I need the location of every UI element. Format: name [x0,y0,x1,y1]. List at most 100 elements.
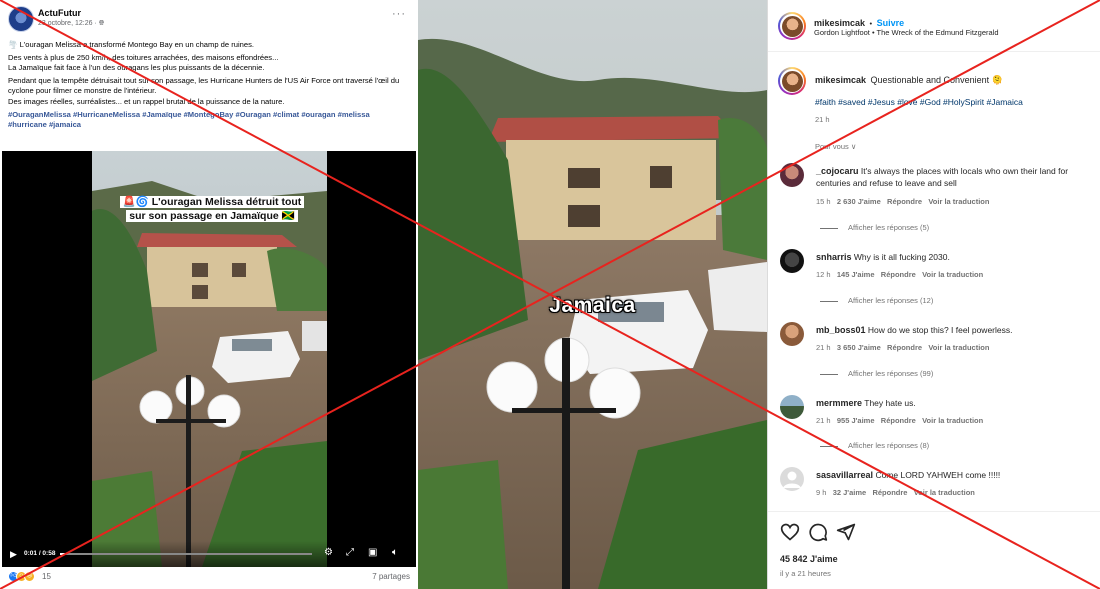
heart-icon[interactable] [780,522,800,542]
comment-text: Why is it all fucking 2030. [853,252,950,262]
instagram-post-panel: mikesimcak • Suivre Gordon Lightfoot • T… [767,0,1100,589]
comment-time: 21 h [816,343,831,352]
post-text-line-d: Des images réelles, surréalistes... et u… [8,96,285,106]
comment-username[interactable]: _cojocaru [816,166,859,176]
comment-username[interactable]: mermmere [816,398,862,408]
video-overlay-label: Jamaica [549,294,636,317]
reply-button[interactable]: Répondre [881,416,916,425]
comment: mb_boss01 How do we stop this? I feel po… [816,325,1096,335]
post-header: mikesimcak • Suivre Gordon Lightfoot • T… [768,0,1100,52]
view-replies-button[interactable]: Afficher les réponses (5) [820,223,929,232]
comment-text: It's always the places with locals who o… [860,166,1056,176]
globe-icon: 🌐︎ [98,20,105,27]
caption-hashtags[interactable]: #faith #saved #Jesus #love #God #HolySpi… [815,97,1023,107]
reaction-count[interactable]: 15 [42,572,51,581]
comment: _cojocaru It's always the places with lo… [816,166,1096,189]
comment-username[interactable]: snharris [816,252,852,262]
comment: sasavillarreal Come LORD YAHWEH come !!!… [816,470,1096,480]
comment-time: 12 h [816,270,831,279]
fullscreen-icon[interactable]: ⤢ [346,547,354,558]
post-text-line-a: Des vents à plus de 250 km/h, des toitur… [8,52,279,62]
divider [768,511,1100,512]
post-date[interactable]: 23 octobre, 12:26 · 🌐︎ [38,20,104,28]
picture-in-picture-icon[interactable]: ▣ [368,547,377,558]
video-caption-line2: sur son passage en Jamaïque 🇯🇲 [126,210,298,222]
follow-button[interactable]: Suivre [877,18,905,28]
commenter-avatar[interactable] [780,249,804,273]
comment-icon[interactable] [808,522,828,542]
share-count[interactable]: 7 partages [372,572,410,581]
comment-time: 15 h [816,197,831,206]
facebook-post: ActuFutur 23 octobre, 12:26 · 🌐︎ ··· 🌪️ … [0,0,418,589]
page-name[interactable]: ActuFutur [38,8,81,18]
view-replies-button[interactable]: Afficher les réponses (99) [820,369,933,378]
comment-likes[interactable]: 145 J'aime [837,270,875,279]
commenter-avatar[interactable] [780,395,804,419]
commenter-avatar[interactable] [780,322,804,346]
translate-button[interactable]: Voir la traduction [928,197,989,206]
post-text-line: 🌪️ L'ouragan Melissa a transformé Monteg… [8,40,255,49]
reply-button[interactable]: Répondre [887,197,922,206]
video-still: Jamaica [418,0,767,589]
audio-track[interactable]: Gordon Lightfoot • The Wreck of the Edmu… [814,28,999,37]
comment-username[interactable]: sasavillarreal [816,470,873,480]
comment-likes[interactable]: 3 650 J'aime [837,343,881,352]
post-date-text: 23 octobre, 12:26 · [38,20,99,27]
reply-button[interactable]: Répondre [887,343,922,352]
share-icon[interactable] [836,522,856,542]
post-text-line-b: La Jamaïque fait face à l'un des ouragan… [8,63,265,73]
comment-likes[interactable]: 2 630 J'aime [837,197,881,206]
caption-time: 21 h [815,115,830,124]
translate-button[interactable]: Voir la traduction [922,416,983,425]
author-avatar[interactable] [778,12,806,40]
volume-icon[interactable]: 🔈︎ [392,547,398,558]
video-caption-line1: 🚨🌀 L'ouragan Melissa détruit tout [119,196,305,208]
translate-button[interactable]: Voir la traduction [914,488,975,497]
comment-time: 21 h [816,416,831,425]
play-icon[interactable]: ▶ [10,549,17,560]
author-username[interactable]: mikesimcak [814,18,865,28]
post-actions [780,522,1090,542]
sad-reaction-icon: ☹ [24,571,35,582]
translate-button[interactable]: Voir la traduction [922,270,983,279]
reply-button[interactable]: Répondre [881,270,916,279]
commenter-avatar[interactable] [780,163,804,187]
caption-text: Questionable and Convenient 🫠 [870,75,1003,85]
comment-text: Come LORD YAHWEH come !!!!! [875,470,1001,480]
video-caption: 🚨🌀 L'ouragan Melissa détruit tout sur so… [112,195,312,223]
comment-time: 9 h [816,488,827,497]
video-frame: 🚨🌀 L'ouragan Melissa détruit tout sur so… [92,151,327,567]
commenter-avatar[interactable] [780,467,804,491]
video-player[interactable]: 🚨🌀 L'ouragan Melissa détruit tout sur so… [2,151,416,567]
for-you-toggle[interactable]: Pour vous ∨ [815,142,856,151]
post-hashtags[interactable]: #OuraganMelissa #HurricaneMelissa #Jamaï… [8,110,410,131]
reaction-icons[interactable]: 👍︎ ☺ ☹ [8,571,38,583]
default-avatar-icon [783,471,801,488]
video-progress-bar[interactable] [60,553,312,555]
video-progress-fill [60,553,66,555]
post-text-line: Des vents à plus de 250 km/h, des toitur… [8,53,410,74]
caption: mikesimcak Questionable and Convenient 🫠 [815,70,1095,88]
likes-count[interactable]: 45 842 J'aime [780,554,838,564]
view-replies-button[interactable]: Afficher les réponses (8) [820,441,929,450]
comment-likes[interactable]: 955 J'aime [837,416,875,425]
settings-gear-icon[interactable]: ⚙ [324,547,333,558]
comment-meta: 15 h 2 630 J'aime Répondre Voir la tradu… [816,197,989,206]
post-text-line-c: Pendant que la tempête détruisait tout s… [8,75,400,96]
reply-button[interactable]: Répondre [872,488,907,497]
page-avatar[interactable] [8,6,34,32]
comment-meta: 9 h 32 J'aime Répondre Voir la traductio… [816,488,975,497]
view-replies-button[interactable]: Afficher les réponses (12) [820,296,933,305]
separator-dot: • [869,19,873,28]
post-text-line: Pendant que la tempête détruisait tout s… [8,76,410,108]
video-time: 0:01 / 0:58 [24,550,56,557]
caption-avatar[interactable] [778,67,806,95]
comment-likes[interactable]: 32 J'aime [833,488,866,497]
caption-username[interactable]: mikesimcak [815,75,866,85]
comment-username[interactable]: mb_boss01 [816,325,866,335]
video-controls: ▶ 0:01 / 0:58 ⚙ ⤢ ▣ 🔈︎ [2,541,416,567]
translate-button[interactable]: Voir la traduction [928,343,989,352]
more-options-button[interactable]: ··· [392,8,406,20]
comment: snharris Why is it all fucking 2030. [816,252,1096,262]
post-header: ActuFutur 23 octobre, 12:26 · 🌐︎ ··· [8,6,410,32]
